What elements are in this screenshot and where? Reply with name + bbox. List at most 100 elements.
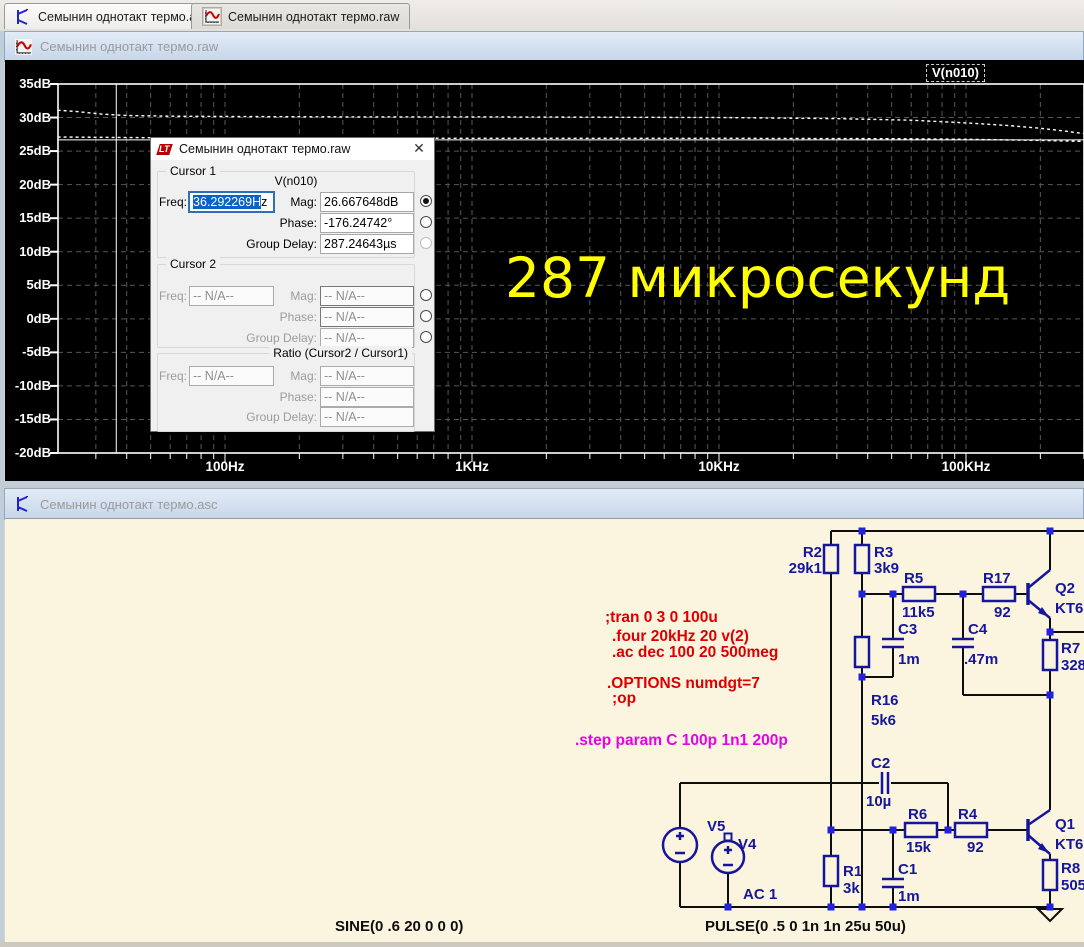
value-V4-ac[interactable]: AC 1 <box>743 886 777 903</box>
label-Q1[interactable]: Q1 <box>1055 816 1075 833</box>
value-R1[interactable]: 3k <box>843 880 860 897</box>
y-axis-label: 25dB <box>19 143 51 159</box>
cursor2-phase-input[interactable]: -- N/A-- <box>320 307 414 327</box>
schematic-window-titlebar[interactable]: Семынин однотакт термо.asc <box>4 488 1084 520</box>
label-C4[interactable]: C4 <box>968 621 988 638</box>
label-V4[interactable]: V4 <box>738 836 757 853</box>
ratio-group-delay-input[interactable]: -- N/A-- <box>320 407 414 427</box>
resistor-R7[interactable] <box>1041 638 1059 672</box>
ground-symbol[interactable] <box>1035 908 1065 923</box>
label-R17[interactable]: R17 <box>983 570 1011 587</box>
ratio-phase-input[interactable]: -- N/A-- <box>320 387 414 407</box>
cursor1-freq-input[interactable]: 36.292269Hz <box>188 191 275 213</box>
label-C2[interactable]: C2 <box>871 755 890 772</box>
label-R4[interactable]: R4 <box>958 806 978 823</box>
tab-schematic-asc[interactable]: Семынин однотакт термо.asc <box>4 3 220 29</box>
label-R3[interactable]: R3 <box>874 544 893 561</box>
trace-1 <box>57 109 1084 135</box>
value-C2[interactable]: 10µ <box>866 793 891 810</box>
value-R2[interactable]: 29k1 <box>789 560 822 577</box>
close-icon[interactable]: ✕ <box>410 141 428 157</box>
label-R1[interactable]: R1 <box>843 863 862 880</box>
directive-step[interactable]: .step param C 100p 1n1 200p <box>575 732 788 749</box>
value-R4[interactable]: 92 <box>967 839 984 856</box>
label-C1[interactable]: C1 <box>898 861 917 878</box>
cursor1-mag-input[interactable]: 26.667648dB <box>320 192 414 212</box>
trace-legend-vn010[interactable]: V(n010) <box>926 64 985 82</box>
resistor-R16[interactable] <box>853 635 871 669</box>
value-R5[interactable]: 11k5 <box>902 604 935 621</box>
cursor2-freq-input[interactable]: -- N/A-- <box>189 286 274 306</box>
value-Q1[interactable]: KT602 <box>1055 836 1084 853</box>
cursor2-group-delay-radio[interactable] <box>420 331 432 343</box>
resistor-R2[interactable] <box>822 543 840 575</box>
cursor-dialog[interactable]: Семынин однотакт термо.raw ✕ Cursor 1 V(… <box>150 137 435 432</box>
resistor-R8[interactable] <box>1041 858 1059 892</box>
resistor-R5[interactable] <box>901 585 937 603</box>
value-R16[interactable]: 5k6 <box>871 712 896 729</box>
directive-op[interactable]: ;op <box>612 690 636 707</box>
cursor-dialog-titlebar[interactable]: Семынин однотакт термо.raw ✕ <box>151 138 434 160</box>
phase-label: Phase: <box>279 390 317 404</box>
ratio-mag-input[interactable]: -- N/A-- <box>320 366 414 386</box>
value-R17[interactable]: 92 <box>994 604 1011 621</box>
cursor2-phase-radio[interactable] <box>420 310 432 322</box>
resistor-R3[interactable] <box>853 543 871 575</box>
cursor1-phase-radio[interactable] <box>420 216 432 228</box>
directive-tran[interactable]: ;tran 0 3 0 100u <box>605 609 718 626</box>
label-Q2[interactable]: Q2 <box>1055 580 1075 597</box>
label-V5[interactable]: V5 <box>707 818 725 835</box>
window-title: Семынин однотакт термо.raw <box>40 39 219 54</box>
cursor1-phase-input[interactable]: -176.24742° <box>320 213 414 233</box>
resistor-R4[interactable] <box>953 821 989 839</box>
cursor1-group-label: Cursor 1 <box>166 164 221 178</box>
label-R7[interactable]: R7 <box>1061 640 1080 657</box>
cursor2-mag-input[interactable]: -- N/A-- <box>320 286 414 306</box>
value-C4[interactable]: .47m <box>964 651 998 668</box>
resistor-R6[interactable] <box>903 821 939 839</box>
cursor2-mag-radio[interactable] <box>420 289 432 301</box>
voltage-source-V5[interactable] <box>661 826 699 864</box>
resistor-R17[interactable] <box>981 585 1017 603</box>
label-R16[interactable]: R16 <box>871 692 899 709</box>
y-axis-label: 35dB <box>19 76 51 91</box>
value-Q2[interactable]: KT602 <box>1055 600 1084 617</box>
value-C3[interactable]: 1m <box>898 651 920 668</box>
capacitor-C1[interactable] <box>882 877 904 889</box>
cursor2-group-delay-input[interactable]: -- N/A-- <box>320 328 414 348</box>
y-axis-label: 0dB <box>26 310 51 326</box>
value-V4-pulse[interactable]: PULSE(0 .5 0 1n 1n 25u 50u) <box>705 918 906 935</box>
value-V5-sine[interactable]: SINE(0 .6 20 0 0 0) <box>335 918 463 935</box>
cursor1-mag-radio[interactable] <box>420 195 432 207</box>
capacitor-C3[interactable] <box>882 637 904 649</box>
ratio-freq-input[interactable]: -- N/A-- <box>189 366 274 386</box>
group-delay-label: Group Delay: <box>246 410 317 424</box>
label-R6[interactable]: R6 <box>908 806 927 823</box>
value-C1[interactable]: 1m <box>898 888 920 905</box>
directive-ac[interactable]: .ac dec 100 20 500meg <box>612 644 778 661</box>
directive-four[interactable]: .four 20kHz 20 v(2) <box>612 628 749 645</box>
schematic-canvas[interactable]: R2 29k1 R3 3k9 R5 11k5 R17 92 Q2 KT602 C… <box>5 518 1084 942</box>
x-axis-label: 100Hz <box>205 459 245 474</box>
wire-q2-emitter-node[interactable] <box>1049 618 1084 640</box>
cursor1-group-delay-input[interactable]: 287.24643µs <box>320 234 414 254</box>
freq-label: Freq: <box>158 195 187 209</box>
transistor-Q2[interactable] <box>1026 569 1051 619</box>
label-C3[interactable]: C3 <box>898 621 917 638</box>
value-R7[interactable]: 328 <box>1061 657 1084 674</box>
capacitor-C2[interactable] <box>880 772 890 794</box>
value-R8[interactable]: 505 <box>1061 877 1084 894</box>
tab-waveform-raw[interactable]: Семынин однотакт термо.raw <box>191 3 411 29</box>
value-R6[interactable]: 15k <box>906 839 932 856</box>
ltspice-logo-icon <box>157 142 172 156</box>
waveform-window-titlebar[interactable]: Семынин однотакт термо.raw <box>4 31 1084 62</box>
label-R5[interactable]: R5 <box>904 570 923 587</box>
label-R8[interactable]: R8 <box>1061 860 1080 877</box>
resistor-R1[interactable] <box>822 854 840 888</box>
capacitor-C4[interactable] <box>952 637 974 649</box>
value-R3[interactable]: 3k9 <box>874 560 899 577</box>
x-axis-label: 100KHz <box>941 459 991 474</box>
label-R2[interactable]: R2 <box>803 544 822 561</box>
transistor-Q1[interactable] <box>1026 808 1051 855</box>
cursor1-group-delay-radio[interactable] <box>420 237 432 249</box>
